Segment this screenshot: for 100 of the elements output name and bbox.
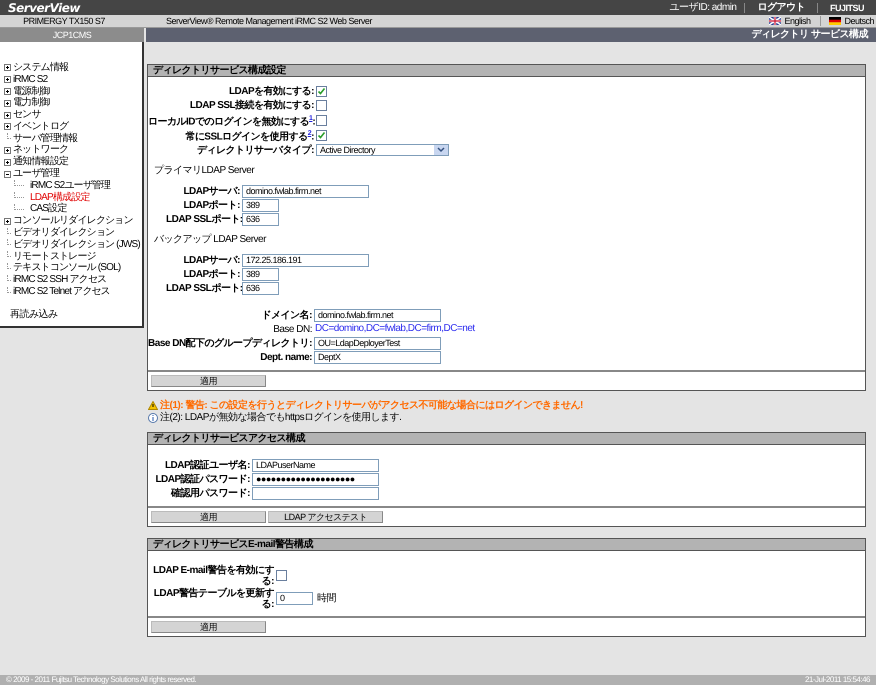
expand-icon[interactable]: [4, 88, 11, 95]
input-field[interactable]: 0: [276, 592, 313, 606]
field-label: ローカルIDでのログインを無効にする$^{1}$:: [148, 114, 316, 128]
language-link[interactable]: English: [769, 15, 812, 27]
section-title: ディレクトリサービス構成設定: [148, 65, 865, 77]
tree-item[interactable]: ビデオリダイレクション (JWS): [13, 238, 140, 251]
collapse-icon[interactable]: [4, 170, 11, 178]
tree-item[interactable]: 電源制御: [13, 86, 50, 98]
warning-icon: [148, 401, 158, 410]
tree-item[interactable]: テキストコンソール (SOL): [13, 262, 120, 274]
tree-item[interactable]: ネットワーク: [13, 144, 68, 156]
input-field[interactable]: domino.fwlab.firm.net: [314, 308, 441, 322]
input-field[interactable]: OU=LdapDeployerTest: [314, 336, 441, 350]
input-field[interactable]: domino.fwlab.firm.net: [242, 184, 369, 198]
checkbox[interactable]: [316, 130, 327, 141]
tree-item[interactable]: コンソールリダイレクション: [13, 215, 133, 228]
checkbox[interactable]: [316, 114, 327, 126]
field-label: LDAP SSL接続を有効にする:: [188, 100, 315, 111]
expand-icon[interactable]: [4, 76, 11, 84]
input-field[interactable]: ●●●●●●●●●●●●●●●●●●●●: [252, 472, 379, 486]
field-label: Base DN配下のグループディレクトリ:: [148, 338, 313, 349]
input-field[interactable]: 389: [242, 198, 279, 212]
warning-note: 注(1): 警告: この設定を行うとディレクトリサーバがアクセス不可能な場合にはログインできません!: [160, 400, 583, 412]
field-label: LDAP SSLポート:: [166, 214, 242, 225]
tree-item[interactable]: iRMC S2 SSH アクセス: [13, 274, 106, 286]
page-title: ディレクトリ サービス構成: [146, 28, 876, 42]
info-note: 注(2): LDAPが無効な場合でもhttpsログインを使用します.: [160, 412, 402, 424]
section-title: ディレクトリサービスE-mail警告構成: [148, 538, 865, 551]
brand-logo: FUJITSU: [828, 2, 865, 14]
expand-icon[interactable]: [4, 123, 11, 130]
dropdown[interactable]: Active Directory: [316, 144, 449, 156]
unit-label: 時間: [317, 592, 336, 605]
tree-item[interactable]: 通知情報設定: [13, 156, 68, 168]
tree-item[interactable]: リモートストレージ: [13, 250, 96, 263]
tree-item[interactable]: iRMC S2: [13, 74, 48, 86]
expand-icon[interactable]: [4, 64, 11, 72]
footnote-link[interactable]: 1: [309, 115, 312, 122]
tree-item[interactable]: ビデオリダイレクション: [13, 227, 114, 240]
tree-item[interactable]: システム情報: [13, 62, 68, 74]
section-title: ディレクトリサービスアクセス構成: [148, 432, 865, 445]
apply-button[interactable]: 適用: [151, 374, 266, 387]
input-field[interactable]: LDAPuserName: [252, 458, 379, 472]
tree-item[interactable]: イベントログ: [13, 120, 68, 133]
field-label: Dept. name:: [259, 352, 313, 363]
input-field[interactable]: 172.25.186.191: [242, 254, 369, 267]
field-label: LDAPを有効にする:: [228, 86, 315, 97]
field-label: 確認用パスワード:: [170, 488, 251, 499]
field-label: LDAP認証ユーザ名:: [164, 460, 251, 471]
input-field[interactable]: 636: [242, 282, 279, 295]
expand-icon[interactable]: [4, 112, 11, 119]
field-label: LDAPサーバ:: [182, 186, 241, 197]
tree-item[interactable]: 電力制御: [13, 97, 50, 110]
input-field[interactable]: 636: [242, 212, 279, 226]
product-name: ServerView® Remote Management iRMC S2 Web Server: [166, 15, 372, 27]
tree-item[interactable]: LDAP構成設定: [30, 192, 90, 204]
apply-button[interactable]: LDAP アクセステスト: [268, 510, 383, 523]
tree-item[interactable]: ユーザ管理: [13, 168, 60, 180]
field-label: LDAP E-mail警告を有効にする:: [152, 564, 275, 587]
checkbox[interactable]: [316, 86, 327, 97]
user-id: ユーザID: admin: [668, 2, 738, 14]
checkbox[interactable]: [276, 570, 287, 582]
timestamp: 21-Jul-2011 15:54:46: [804, 675, 870, 685]
group-heading: プライマリLDAP Server: [154, 164, 256, 177]
info-icon: [148, 412, 158, 423]
field-label: 常にSSLログインを使用する$^{2}$:: [184, 129, 315, 143]
language-link[interactable]: Deutsch: [829, 15, 876, 27]
apply-button[interactable]: 適用: [151, 620, 266, 633]
expand-icon[interactable]: [4, 158, 11, 166]
input-field[interactable]: 389: [242, 268, 279, 281]
apply-button[interactable]: 適用: [151, 510, 266, 523]
system-name: JCP1CMS: [0, 28, 144, 42]
footnote-link[interactable]: 2: [308, 130, 312, 138]
tree-item[interactable]: CAS設定: [30, 203, 67, 216]
expand-icon[interactable]: [4, 146, 11, 154]
base-dn-value: DC=domino,DC=fwlab,DC=firm,DC=net: [314, 323, 475, 336]
tree-item[interactable]: サーバ管理情報: [13, 132, 78, 145]
tree-item[interactable]: iRMC S2ユーザ管理: [30, 180, 110, 192]
input-field[interactable]: DeptX: [314, 350, 441, 364]
logo: ServerView: [8, 2, 80, 14]
field-label: LDAPサーバ:: [182, 254, 241, 266]
expand-icon[interactable]: [4, 100, 11, 107]
tree-item[interactable]: センサ: [13, 109, 41, 122]
checkbox[interactable]: [316, 100, 327, 111]
reload-link[interactable]: 再読み込み: [10, 308, 142, 321]
flag-icon: [829, 17, 842, 25]
field-label: LDAPポート:: [182, 200, 241, 211]
logout-link[interactable]: ログアウト: [745, 2, 817, 14]
input-field[interactable]: [252, 486, 379, 500]
field-label: LDAP警告テーブルを更新する:: [152, 588, 275, 610]
expand-icon[interactable]: [4, 218, 11, 225]
server-model: PRIMERGY TX150 S7: [22, 15, 106, 27]
field-label: ドメイン名:: [260, 310, 313, 321]
dropdown-arrow-icon: [434, 145, 448, 156]
tree-item[interactable]: iRMC S2 Telnet アクセス: [13, 286, 110, 298]
field-label: LDAP認証パスワード:: [154, 474, 251, 485]
group-heading: バックアップ LDAP Server: [154, 234, 268, 246]
field-label: LDAPポート:: [182, 268, 241, 280]
flag-icon: [769, 17, 782, 25]
field-label: ディレクトリサーバタイプ:: [196, 144, 315, 156]
copyright: © 2009 - 2011 Fujitsu Technology Solutions All rights reserved.: [6, 675, 196, 685]
